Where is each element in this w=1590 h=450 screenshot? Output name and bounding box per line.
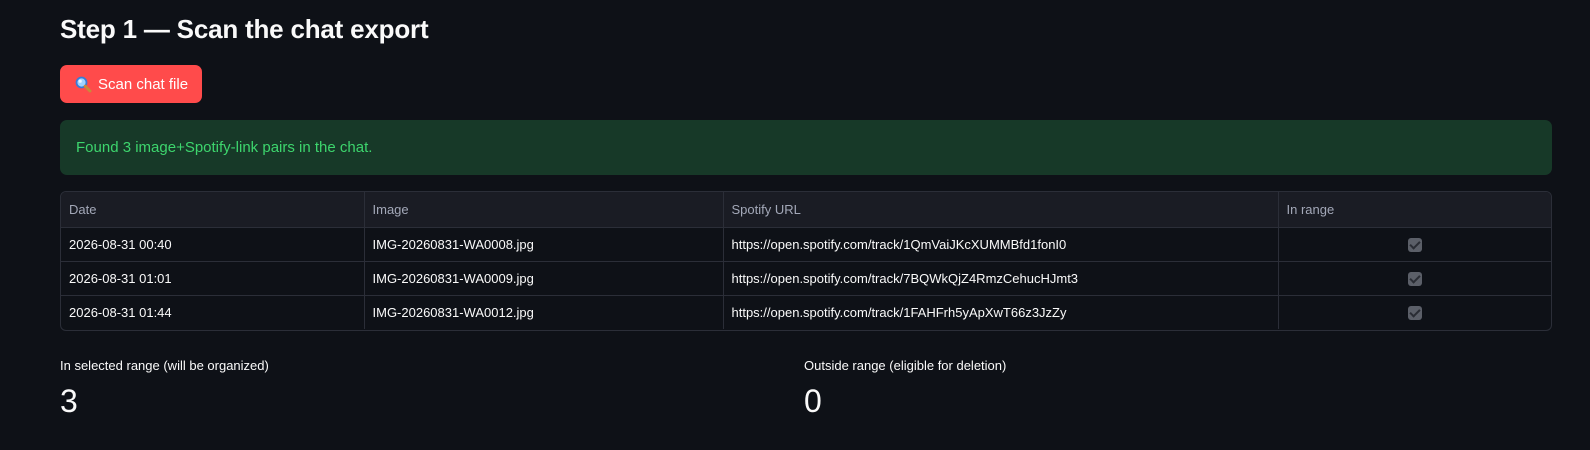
in-range-checkbox[interactable]	[1407, 271, 1422, 286]
column-header-image[interactable]: Image	[364, 192, 724, 228]
cell-date[interactable]: 2026-08-31 00:40	[61, 227, 365, 262]
column-header-date[interactable]: Date	[61, 192, 365, 228]
pairs-table[interactable]: Date Image Spotify URL In range 2026-08-…	[60, 191, 1552, 331]
page-title: Step 1 — Scan the chat export	[60, 14, 429, 44]
cell-spotify-url[interactable]: https://open.spotify.com/track/1QmVaiJKc…	[723, 227, 1279, 262]
metric-value: 3	[60, 383, 78, 419]
success-alert: Found 3 image+Spotify-link pairs in the …	[60, 120, 1552, 175]
metric-label: Outside range (eligible for deletion)	[804, 358, 1007, 373]
cell-date[interactable]: 2026-08-31 01:01	[61, 261, 365, 296]
in-range-checkbox[interactable]	[1407, 306, 1422, 321]
metric-label: In selected range (will be organized)	[60, 358, 269, 373]
magnifier-icon	[74, 75, 92, 93]
cell-spotify-url[interactable]: https://open.spotify.com/track/1FAHFrh5y…	[723, 295, 1279, 329]
metric-value: 0	[804, 383, 822, 419]
metric-in-range: In selected range (will be organized) 3	[60, 358, 269, 420]
column-header-spotify-url[interactable]: Spotify URL	[723, 192, 1279, 228]
scan-button-label: Scan chat file	[98, 75, 189, 93]
in-range-checkbox[interactable]	[1407, 237, 1422, 252]
cell-in-range[interactable]	[1278, 227, 1551, 262]
table-row[interactable]: 2026-08-31 01:44 IMG-20260831-WA0012.jpg…	[61, 295, 1551, 329]
table-header-row: Date Image Spotify URL In range	[61, 192, 1551, 228]
cell-image[interactable]: IMG-20260831-WA0008.jpg	[364, 227, 724, 262]
success-alert-text: Found 3 image+Spotify-link pairs in the …	[76, 139, 373, 156]
table-row[interactable]: 2026-08-31 01:01 IMG-20260831-WA0009.jpg…	[61, 261, 1551, 296]
cell-spotify-url[interactable]: https://open.spotify.com/track/7BQWkQjZ4…	[723, 261, 1279, 296]
scan-chat-file-button[interactable]: Scan chat file	[60, 65, 203, 103]
cell-image[interactable]: IMG-20260831-WA0009.jpg	[364, 261, 724, 296]
cell-date[interactable]: 2026-08-31 01:44	[61, 295, 365, 329]
metric-outside-range: Outside range (eligible for deletion) 0	[804, 358, 1006, 420]
app-page: Step 1 — Scan the chat export Scan chat …	[0, 0, 1590, 450]
cell-in-range[interactable]	[1278, 261, 1551, 296]
column-header-in-range[interactable]: In range	[1278, 192, 1551, 228]
cell-image[interactable]: IMG-20260831-WA0012.jpg	[364, 295, 724, 329]
cell-in-range[interactable]	[1278, 295, 1551, 329]
table-row[interactable]: 2026-08-31 00:40 IMG-20260831-WA0008.jpg…	[61, 227, 1551, 262]
